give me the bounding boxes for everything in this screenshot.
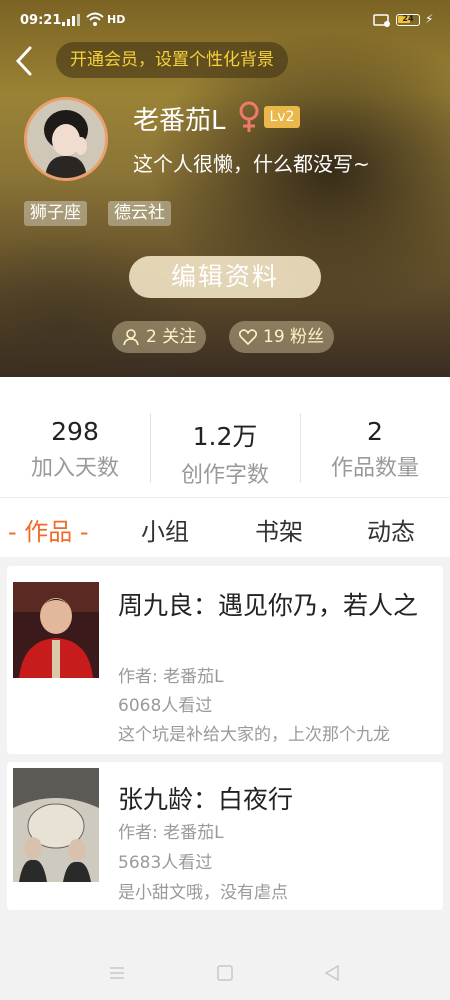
status-bar: 09:21 HD 24 ⚡ xyxy=(0,0,450,38)
vip-background-banner[interactable]: 开通会员，设置个性化背景 xyxy=(56,42,288,78)
work-description: 是小甜文哦，没有虐点 xyxy=(118,883,288,903)
work-views: 6068人看过 xyxy=(118,696,213,716)
signal-icon xyxy=(62,14,80,26)
work-card[interactable]: 张九龄：白夜行 作者: 老番茄L 5683人看过 是小甜文哦，没有虐点 xyxy=(7,762,443,910)
work-cover-image xyxy=(13,582,99,678)
stat-works-count: 2 作品数量 xyxy=(300,417,450,482)
tab-bookshelf[interactable]: 书架 xyxy=(255,512,303,547)
avatar[interactable] xyxy=(24,97,108,181)
work-author: 作者: 老番茄L xyxy=(118,823,224,843)
work-author: 作者: 老番茄L xyxy=(118,667,224,687)
tab-groups[interactable]: 小组 xyxy=(141,512,189,547)
work-description: 这个坑是补给大家的，上次那个九龙 xyxy=(118,725,390,745)
following-count: 2 关注 xyxy=(146,327,197,347)
system-nav-bar xyxy=(0,946,450,1000)
stat-label: 加入天数 xyxy=(30,456,119,481)
back-nav-icon[interactable] xyxy=(322,963,342,983)
stats-panel: 298 加入天数 1.2万 创作字数 2 作品数量 xyxy=(0,377,450,497)
user-bio: 这个人很懒，什么都没写~ xyxy=(133,152,370,176)
work-cover-image xyxy=(13,768,99,882)
stat-label: 作品数量 xyxy=(330,456,419,481)
tab-activity[interactable]: 动态 xyxy=(367,512,415,547)
stat-words-written: 1.2万 创作字数 xyxy=(150,417,300,489)
followers-count: 19 粉丝 xyxy=(263,327,325,347)
screen-cast-icon xyxy=(373,14,390,27)
female-gender-icon xyxy=(239,101,259,132)
profile-header: 09:21 HD 24 ⚡ 开通会员，设置个性化背景 老番茄L Lv2 这个人很… xyxy=(0,0,450,377)
charging-icon: ⚡ xyxy=(425,12,434,26)
user-icon xyxy=(123,329,139,346)
work-title: 张九龄：白夜行 xyxy=(118,785,294,814)
stat-value: 2 xyxy=(367,417,383,446)
tab-works[interactable]: - 作品 - xyxy=(8,512,89,547)
tag-group: 德云社 xyxy=(108,201,171,226)
followers-button[interactable]: 19 粉丝 xyxy=(229,321,335,353)
battery-icon: 24 xyxy=(396,14,420,26)
level-badge: Lv2 xyxy=(264,106,300,128)
edit-profile-button[interactable]: 编辑资料 xyxy=(129,256,321,298)
stat-value: 298 xyxy=(51,417,99,446)
heart-icon xyxy=(239,329,257,346)
tag-zodiac: 狮子座 xyxy=(24,201,87,226)
stat-days-joined: 298 加入天数 xyxy=(0,417,150,482)
status-time: 09:21 xyxy=(20,13,62,28)
following-button[interactable]: 2 关注 xyxy=(112,321,207,353)
work-title: 周九良：遇见你乃，若人之 xyxy=(118,591,419,620)
username: 老番茄L xyxy=(133,106,226,136)
stat-value: 1.2万 xyxy=(192,422,258,451)
wifi-icon xyxy=(86,12,104,26)
work-views: 5683人看过 xyxy=(118,853,213,873)
work-card[interactable]: 周九良：遇见你乃，若人之 作者: 老番茄L 6068人看过 这个坑是补给大家的，… xyxy=(7,566,443,754)
network-type-label: HD xyxy=(107,13,126,26)
profile-tabs: - 作品 - 小组 书架 动态 xyxy=(0,497,450,557)
battery-level: 24 xyxy=(402,14,414,23)
back-button[interactable] xyxy=(10,44,38,78)
home-icon[interactable] xyxy=(215,963,235,983)
stat-label: 创作字数 xyxy=(180,463,269,488)
menu-icon[interactable] xyxy=(107,963,127,983)
